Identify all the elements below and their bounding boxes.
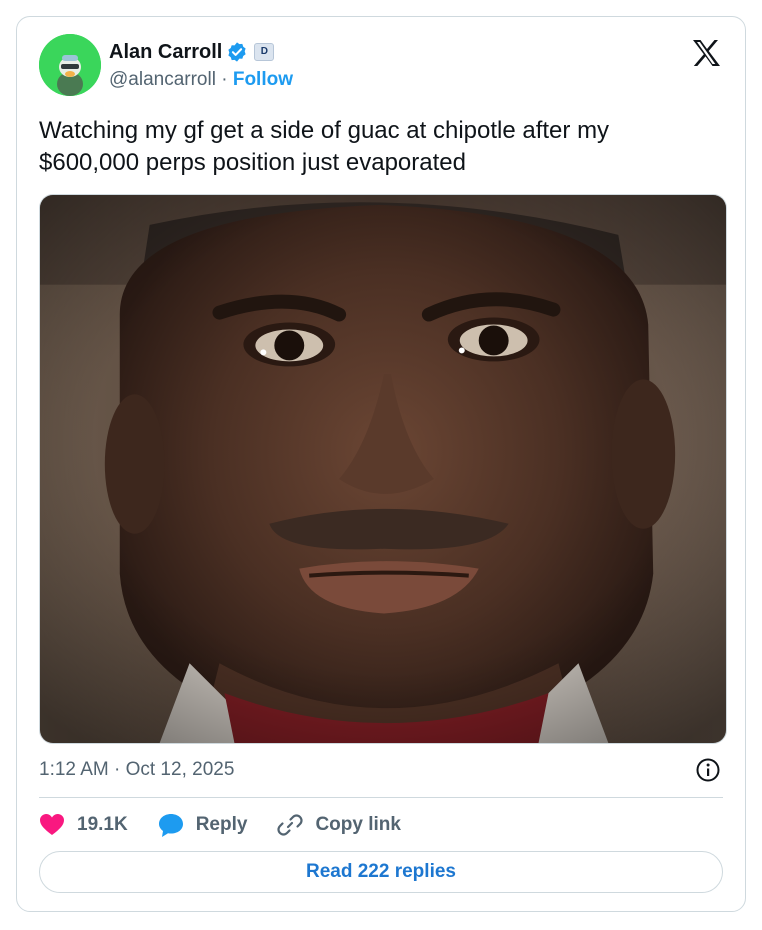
copy-link-button[interactable]: Copy link (277, 812, 401, 838)
like-button[interactable]: 19.1K (39, 813, 128, 837)
tweet-timestamp[interactable]: 1:12 AM · Oct 12, 2025 (39, 759, 234, 781)
action-bar: 19.1K Reply Copy link (39, 811, 431, 839)
tweet-card: Alan Carroll D @alancarroll · Follow Wat… (16, 16, 746, 912)
divider (39, 797, 723, 798)
tweet-image[interactable] (39, 194, 727, 744)
read-replies-button[interactable]: Read 222 replies (39, 851, 723, 893)
avatar[interactable] (39, 34, 101, 96)
author-name-row: Alan Carroll D (109, 38, 275, 66)
reply-bubble-icon (158, 814, 183, 837)
like-count: 19.1K (77, 814, 128, 835)
handle-row: @alancarroll · Follow (109, 69, 293, 91)
copy-link-label: Copy link (315, 814, 401, 835)
author-name[interactable]: Alan Carroll (109, 41, 222, 64)
link-icon (277, 814, 304, 836)
follow-button[interactable]: Follow (233, 69, 293, 90)
heart-icon (40, 814, 64, 835)
x-logo-icon[interactable] (691, 39, 721, 67)
tweet-text: Watching my gf get a side of guac at chi… (39, 117, 610, 176)
verified-icon (228, 42, 246, 62)
author-handle[interactable]: @alancarroll (109, 69, 216, 90)
reply-label: Reply (195, 814, 248, 835)
info-icon[interactable] (695, 757, 721, 783)
separator: · (221, 69, 228, 90)
reply-button[interactable]: Reply (158, 812, 248, 838)
affiliate-badge-icon: D (254, 43, 275, 61)
